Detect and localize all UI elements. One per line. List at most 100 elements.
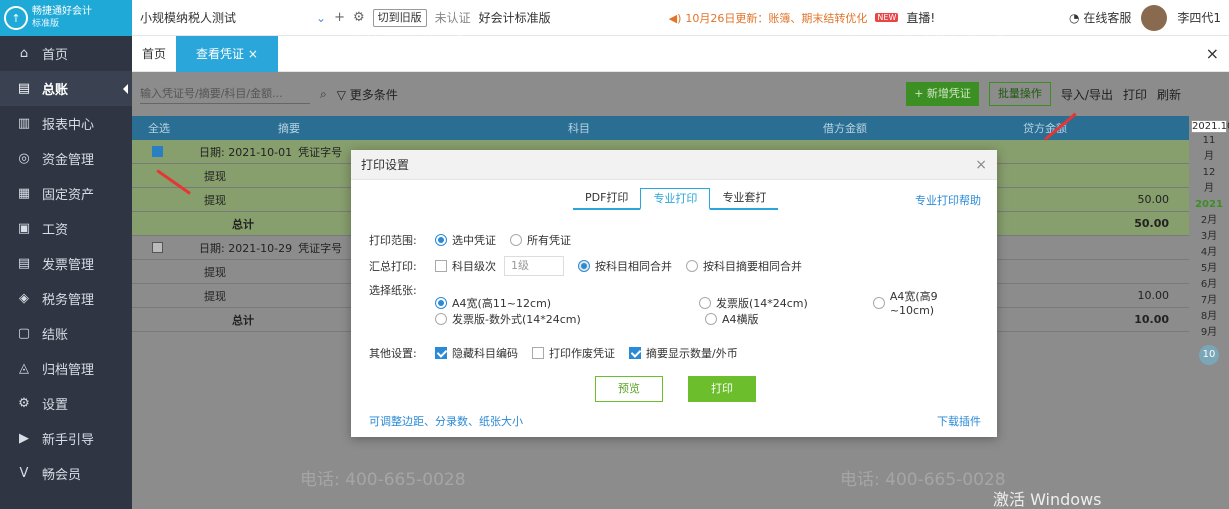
tab-pdf-print[interactable]: PDF打印: [573, 188, 641, 210]
subject-level-checkbox[interactable]: 科目级次: [435, 258, 496, 274]
close-icon[interactable]: ×: [975, 157, 987, 173]
month-item[interactable]: 12: [1189, 165, 1229, 181]
tab-view-voucher[interactable]: 查看凭证 ×: [176, 35, 278, 72]
close-icon[interactable]: ×: [1206, 44, 1219, 63]
level-select[interactable]: 1级: [504, 256, 564, 276]
sidebar-item-0[interactable]: ⌂ 首页: [0, 36, 132, 71]
month-item[interactable]: 月: [1189, 181, 1229, 197]
tab-pro-template-print[interactable]: 专业套打: [710, 188, 779, 210]
range-label: 打印范围:: [369, 234, 417, 247]
month-item[interactable]: 6月: [1189, 277, 1229, 293]
switch-old-version-button[interactable]: 切到旧版: [372, 8, 427, 27]
month-item[interactable]: 3月: [1189, 229, 1229, 245]
row-summary: 提现: [204, 193, 226, 207]
sidebar-item-5[interactable]: ▣ 工资: [0, 211, 132, 246]
tab-home[interactable]: 首页: [132, 36, 176, 72]
tax-icon: ◈: [19, 291, 29, 306]
merge-subject-summary-radio[interactable]: 按科目摘要相同合并: [686, 258, 802, 274]
refresh-button[interactable]: 刷新: [1157, 86, 1181, 103]
month-item[interactable]: 7月: [1189, 293, 1229, 309]
sidebar-item-7[interactable]: ◈ 税务管理: [0, 281, 132, 316]
row-summary: 提现: [204, 169, 226, 183]
live-link[interactable]: 直播!: [906, 9, 935, 26]
gear-icon[interactable]: ⚙: [353, 10, 365, 25]
month-item[interactable]: 2月: [1189, 213, 1229, 229]
month-item[interactable]: 2021: [1189, 197, 1229, 213]
sidebar-item-2[interactable]: ▥ 报表中心: [0, 106, 132, 141]
search-icon[interactable]: ⌕: [320, 87, 327, 102]
sidebar-item-8[interactable]: ▢ 结账: [0, 316, 132, 351]
search-input[interactable]: 输入凭证号/摘要/科目/金额...: [140, 85, 310, 104]
print-void-checkbox[interactable]: 打印作废凭证: [532, 345, 615, 361]
import-export-button[interactable]: 导入/导出: [1061, 86, 1113, 103]
radio-icon: [705, 313, 717, 325]
download-plugin-link[interactable]: 下载插件: [937, 413, 981, 429]
plus-icon[interactable]: +: [334, 10, 345, 25]
show-qty-checkbox[interactable]: 摘要显示数量/外币: [629, 345, 738, 361]
option-label: 隐藏科目编码: [452, 347, 518, 360]
print-confirm-button[interactable]: 打印: [688, 376, 756, 402]
print-button[interactable]: 打印: [1123, 86, 1147, 103]
row-checkbox[interactable]: [152, 146, 163, 157]
adjust-margin-link[interactable]: 可调整边距、分录数、纸张大小: [369, 413, 523, 429]
sidebar-item-4[interactable]: ▦ 固定资产: [0, 176, 132, 211]
sidebar-item-3[interactable]: ◎ 资金管理: [0, 141, 132, 176]
summary-label: 汇总打印:: [369, 260, 417, 273]
brand[interactable]: ↑ 畅捷通好会计 标准版: [0, 0, 132, 36]
paper-a4-landscape-radio[interactable]: A4横版: [705, 311, 759, 327]
cert-status[interactable]: 未认证: [435, 9, 471, 26]
period-column: 2021.10 11月12月20212月3月4月5月6月7月8月9月 10: [1189, 72, 1229, 509]
paper-invoice-radio[interactable]: 发票版(14*24cm): [698, 295, 859, 311]
speaker-icon: ◀): [668, 11, 682, 25]
table-header: 全选 摘要 科目 借方金额 贷方金额: [132, 116, 1189, 140]
tab-pro-print[interactable]: 专业打印: [640, 188, 711, 210]
option-label: 发票版(14*24cm): [715, 296, 808, 310]
paper-invoice-outer-radio[interactable]: 发票版-数外式(14*24cm): [435, 311, 691, 327]
add-voucher-button[interactable]: + 新增凭证: [906, 82, 979, 106]
range-selected-radio[interactable]: 选中凭证: [435, 232, 496, 248]
sidebar-item-10[interactable]: ⚙ 设置: [0, 386, 132, 421]
paper-a4-11-radio[interactable]: A4宽(高11~12cm): [435, 295, 685, 311]
sidebar-item-9[interactable]: ◬ 归档管理: [0, 351, 132, 386]
row-checkbox[interactable]: [152, 242, 163, 253]
batch-ops-button[interactable]: 批量操作: [988, 82, 1051, 106]
preview-button[interactable]: 预览: [595, 376, 663, 402]
paper-a4-9-radio[interactable]: A4宽(高9 ~10cm): [873, 288, 983, 317]
sidebar: ↑ 畅捷通好会计 标准版 ⌂ 首页 ▤ 总账 ▥ 报表中心 ◎ 资金管理 ▦ 固定资产 ▣ 工资 ▤ 发票…: [0, 0, 132, 509]
update-notice[interactable]: ◀) 10月26日更新：账簿、期末结转优化: [669, 10, 868, 26]
row-summary: 提现: [204, 289, 226, 303]
guide-icon: ▶: [19, 431, 29, 446]
sidebar-item-11[interactable]: ▶ 新手引导: [0, 421, 132, 456]
range-all-radio[interactable]: 所有凭证: [510, 232, 571, 248]
edition-label: 好会计标准版: [478, 11, 551, 25]
option-label: A4宽(高9 ~10cm): [889, 290, 938, 317]
checkbox-icon: [435, 347, 447, 359]
merge-subject-radio[interactable]: 按科目相同合并: [578, 258, 672, 274]
company-selector[interactable]: 小规模纳税人测试: [140, 9, 308, 26]
checkbox-icon: [629, 347, 641, 359]
avatar[interactable]: [1141, 4, 1168, 31]
sidebar-item-12[interactable]: V 畅会员: [0, 456, 132, 491]
radio-icon: [435, 234, 447, 246]
month-item[interactable]: 9月: [1189, 325, 1229, 341]
month-item[interactable]: 11: [1189, 133, 1229, 149]
option-label: 摘要显示数量/外币: [646, 347, 738, 360]
print-help-link[interactable]: 专业打印帮助: [915, 192, 981, 208]
select-all[interactable]: 全选: [148, 120, 278, 136]
current-month-badge[interactable]: 10: [1199, 345, 1219, 365]
hide-code-checkbox[interactable]: 隐藏科目编码: [435, 345, 518, 361]
chevron-down-icon[interactable]: ⌄: [316, 11, 326, 25]
month-item[interactable]: 月: [1189, 149, 1229, 165]
month-item[interactable]: 8月: [1189, 309, 1229, 325]
month-item[interactable]: 5月: [1189, 261, 1229, 277]
user-name[interactable]: 李四代1: [1177, 9, 1221, 26]
sidebar-item-1[interactable]: ▤ 总账: [0, 71, 132, 106]
paper-label: 选择纸张:: [369, 284, 417, 297]
support-link[interactable]: ◔ 在线客服: [1069, 9, 1131, 26]
option-label: A4宽(高11~12cm): [452, 296, 552, 310]
sidebar-item-6[interactable]: ▤ 发票管理: [0, 246, 132, 281]
option-label: 打印作废凭证: [549, 347, 615, 360]
month-item[interactable]: 4月: [1189, 245, 1229, 261]
period-selector[interactable]: 2021.10: [1191, 120, 1229, 133]
more-filter-button[interactable]: ▽ 更多条件: [337, 86, 398, 103]
